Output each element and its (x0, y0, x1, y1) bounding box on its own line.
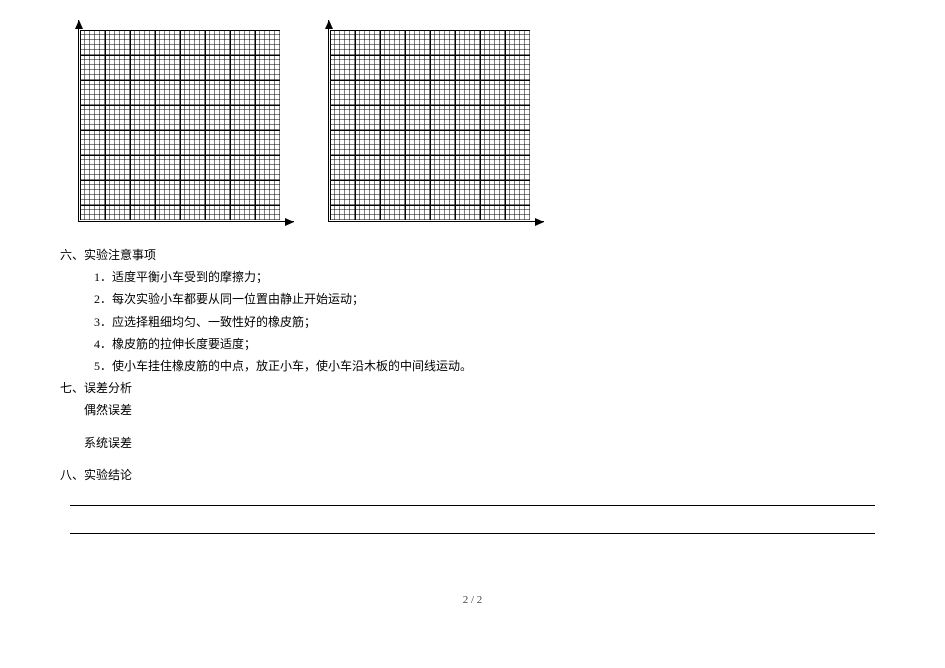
section-seven-title: 七、误差分析 (60, 377, 885, 399)
graph-2-y-axis (328, 20, 329, 222)
section-six-item-1: 1．适度平衡小车受到的摩擦力； (60, 266, 885, 288)
section-seven-sub1: 偶然误差 (60, 399, 885, 421)
section-six: 六、实验注意事项 1．适度平衡小车受到的摩擦力； 2．每次实验小车都要从同一位置… (60, 244, 885, 377)
section-six-item-2: 2．每次实验小车都要从同一位置由静止开始运动； (60, 288, 885, 310)
graph-1-y-axis (78, 20, 79, 222)
graph-1 (80, 30, 280, 220)
page-number: 2 / 2 (60, 594, 885, 606)
graph-2 (330, 30, 530, 220)
section-eight-title: 八、实验结论 (60, 464, 885, 486)
section-seven-sub2: 系统误差 (60, 432, 885, 454)
graph-2-x-axis (328, 221, 544, 222)
graph-1-grid (80, 30, 280, 220)
graph-2-grid (330, 30, 530, 220)
section-eight: 八、实验结论 (60, 464, 885, 534)
page: 六、实验注意事项 1．适度平衡小车受到的摩擦力； 2．每次实验小车都要从同一位置… (0, 0, 945, 606)
section-six-item-3: 3．应选择粗细均匀、一致性好的橡皮筋； (60, 311, 885, 333)
blank-line-2 (70, 532, 875, 534)
section-six-title: 六、实验注意事项 (60, 244, 885, 266)
graph-row (80, 30, 885, 220)
section-six-item-4: 4．橡皮筋的拉伸长度要适度； (60, 333, 885, 355)
graph-1-x-axis (78, 221, 294, 222)
blank-line-1 (70, 504, 875, 506)
section-six-item-5: 5．使小车挂住橡皮筋的中点，放正小车，使小车沿木板的中间线运动。 (60, 355, 885, 377)
section-seven: 七、误差分析 偶然误差 系统误差 (60, 377, 885, 454)
